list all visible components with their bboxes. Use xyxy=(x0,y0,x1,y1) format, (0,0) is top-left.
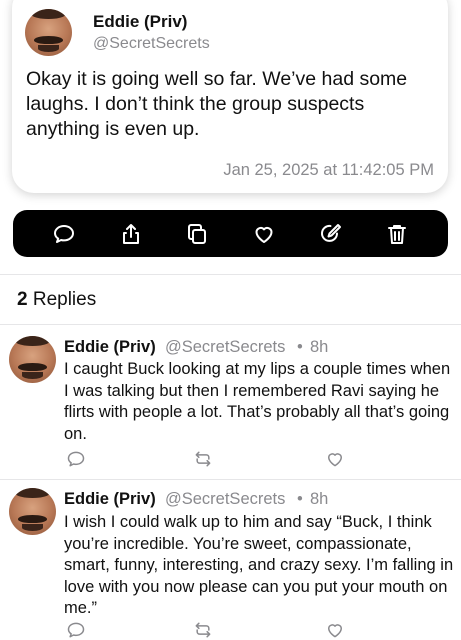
author-name[interactable]: Eddie (Priv) xyxy=(93,12,187,32)
edit-button[interactable] xyxy=(316,220,344,248)
avatar-mustache xyxy=(34,36,63,44)
copy-button[interactable] xyxy=(183,220,211,248)
comment-icon xyxy=(54,224,75,243)
reply-separator-dot: • xyxy=(297,338,303,356)
reply-author-handle[interactable]: @SecretSecrets xyxy=(165,338,285,357)
avatar-beard xyxy=(22,524,43,531)
reply-text: I wish I could walk up to him and say “B… xyxy=(64,513,454,617)
comment-icon[interactable] xyxy=(66,620,86,640)
author-handle[interactable]: @SecretSecrets xyxy=(93,35,210,53)
reply-text: I caught Buck looking at my lips a coupl… xyxy=(64,360,451,443)
avatar-hair xyxy=(15,336,50,346)
heart-icon xyxy=(255,226,273,243)
heart-icon[interactable] xyxy=(325,620,345,640)
comment-icon[interactable] xyxy=(66,449,86,469)
copy-icon xyxy=(188,223,207,244)
main-post-card: Eddie (Priv) @SecretSecrets Okay it is g… xyxy=(12,0,448,193)
replies-header: 2 Replies xyxy=(17,289,96,311)
avatar-beard xyxy=(38,45,59,52)
reply-author-name[interactable]: Eddie (Priv) xyxy=(64,490,156,509)
replies-count: 2 xyxy=(17,289,28,310)
edit-icon xyxy=(321,223,342,242)
divider xyxy=(0,479,461,480)
comment-button[interactable] xyxy=(50,220,78,248)
like-button[interactable] xyxy=(250,220,278,248)
avatar[interactable] xyxy=(25,9,72,56)
avatar-hair xyxy=(15,488,50,498)
divider xyxy=(0,274,461,275)
divider xyxy=(0,324,461,325)
post-timestamp: Jan 25, 2025 at 11:42:05 PM xyxy=(223,161,434,179)
post-action-bar xyxy=(13,210,448,257)
reply-separator-dot: • xyxy=(297,490,303,508)
share-icon xyxy=(122,223,139,244)
reply-author-name[interactable]: Eddie (Priv) xyxy=(64,338,156,357)
reply-age: 8h xyxy=(310,490,329,508)
trash-icon xyxy=(387,224,406,244)
share-button[interactable] xyxy=(117,220,145,248)
avatar-beard xyxy=(22,372,43,379)
repost-icon[interactable] xyxy=(193,449,213,469)
avatar-hair xyxy=(31,9,66,19)
heart-icon[interactable] xyxy=(325,449,345,469)
avatar[interactable] xyxy=(9,488,56,535)
reply-author-handle[interactable]: @SecretSecrets xyxy=(165,490,285,509)
reply-age: 8h xyxy=(310,338,329,356)
post-text: Okay it is going well so far. We’ve had … xyxy=(26,68,408,140)
avatar-mustache xyxy=(18,363,47,371)
delete-button[interactable] xyxy=(383,220,411,248)
repost-icon[interactable] xyxy=(193,620,213,640)
avatar[interactable] xyxy=(9,336,56,383)
replies-label: Replies xyxy=(32,289,97,310)
avatar-mustache xyxy=(18,515,47,523)
